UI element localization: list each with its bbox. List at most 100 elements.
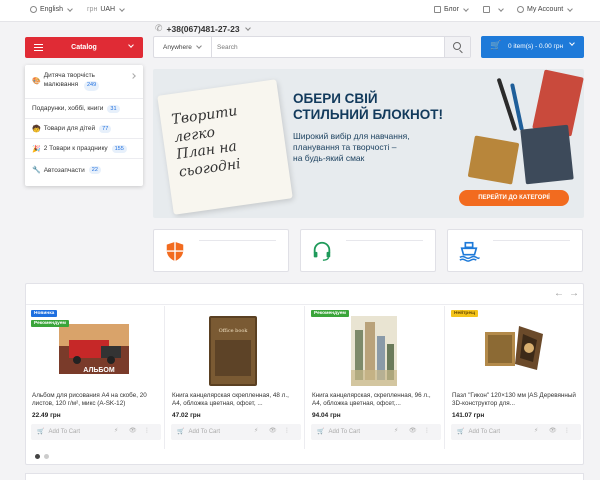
catalog-item-art[interactable]: 🎨 Дитяча творчість малювання 249 [25, 65, 143, 99]
carousel-dot[interactable] [44, 454, 49, 459]
product-price: 22.49 грн [32, 412, 61, 419]
phone-dropdown[interactable]: ✆ +38(067)481-27-23 [155, 23, 251, 34]
add-to-cart-label: Add To Cart [468, 428, 501, 435]
product-actions: 🛒 Add To Cart ⚡ 👁 ⋮ [171, 424, 301, 440]
add-to-cart-label: Add To Cart [328, 428, 361, 435]
catalog-item-holiday[interactable]: 🎉 2 Товари к празднику 155 [25, 139, 143, 159]
catalog-item-label: Товари для дітей [43, 125, 96, 132]
product-card[interactable]: Нейтрещ Пазл "Гикон" 120×130 мм |AS Дере… [446, 306, 585, 449]
search-icon [453, 42, 461, 50]
banner-subtitle-line: Широкий вибір для навчання, [293, 131, 410, 141]
chevron-down-icon [196, 43, 202, 49]
city-book-image [331, 310, 416, 388]
shield-icon [166, 241, 184, 262]
cart-icon: 🛒 [317, 429, 325, 435]
arrow-right-icon[interactable]: → [569, 289, 579, 299]
banner-title: ОБЕРИ СВІЙ СТИЛЬНИЙ БЛОКНОТ! [293, 91, 443, 122]
more-options-icon[interactable]: ⋮ [284, 427, 290, 434]
product-image[interactable]: Office book [191, 310, 276, 388]
add-to-cart-button[interactable]: 🛒 Add To Cart [457, 428, 501, 436]
chevron-down-icon [567, 5, 574, 12]
go-to-category-button[interactable]: ПЕРЕЙТИ ДО КАТЕГОРІЇ [459, 190, 569, 206]
phone-icon: ✆ [155, 23, 163, 33]
quick-view-icon[interactable]: 👁 [269, 427, 277, 434]
search-input[interactable] [217, 40, 437, 54]
tag-new: Новинка [31, 310, 58, 317]
more-options-icon[interactable]: ⋮ [564, 427, 570, 434]
catalog-button[interactable]: Catalog [25, 37, 143, 58]
party-icon: 🎉 [32, 145, 41, 153]
chevron-down-icon [463, 5, 469, 12]
banner-title-line: ОБЕРИ СВІЙ [293, 91, 378, 106]
quick-buy-icon[interactable]: ⚡ [254, 427, 258, 434]
more-options-icon[interactable]: ⋮ [144, 427, 150, 434]
search-button[interactable] [444, 37, 470, 57]
product-price: 141.07 грн [452, 412, 485, 419]
add-to-cart-label: Add To Cart [188, 428, 221, 435]
cart-button[interactable]: 🛒 0 item(s) - 0.00 грн [481, 36, 584, 58]
blog-label: Блог [444, 6, 460, 13]
product-image[interactable] [471, 310, 556, 388]
product-name[interactable]: Альбом для рисования А4 на скобе, 20 лис… [32, 392, 160, 409]
compare-icon [483, 6, 490, 13]
quick-view-icon[interactable]: 👁 [549, 427, 557, 434]
add-to-cart-button[interactable]: 🛒 Add To Cart [317, 428, 361, 436]
divider [199, 240, 276, 241]
catalog-item-autoparts[interactable]: 🔧 Автозапчасти 22 [25, 159, 143, 181]
puzzle-image [471, 310, 556, 388]
account-label: My Account [527, 6, 564, 13]
account-menu[interactable]: My Account [517, 5, 574, 13]
search-scope-select[interactable]: Anywhere [154, 37, 212, 57]
book-cover-text: Office book [219, 328, 249, 334]
currency-selector[interactable]: грн UAH [87, 5, 125, 13]
more-options-icon[interactable]: ⋮ [424, 427, 430, 434]
user-icon [517, 6, 524, 13]
count-badge: 77 [99, 124, 112, 133]
search-bar: Anywhere [153, 36, 471, 58]
catalog-item-text: Дитяча творчість малювання 249 [44, 72, 124, 91]
quick-buy-icon[interactable]: ⚡ [114, 427, 118, 434]
notebook-image [467, 135, 520, 185]
promo-banner[interactable]: Творити легко План на сьогодні ОБЕРИ СВІ… [153, 69, 584, 218]
palette-icon: 🎨 [32, 77, 41, 85]
catalog-item-gifts[interactable]: Подарунки, хоббі, книги 31 [25, 99, 143, 119]
product-card[interactable]: Office book Книга канцелярская скрепленн… [166, 306, 305, 449]
catalog-menu: 🎨 Дитяча творчість малювання 249 Подарун… [25, 65, 143, 186]
product-name[interactable]: Пазл "Гикон" 120×130 мм |AS Деревянный 3… [452, 392, 580, 409]
product-name[interactable]: Книга канцелярская скрепленная, 48 л., А… [172, 392, 300, 409]
cart-label: 0 item(s) - 0.00 грн [508, 43, 564, 50]
quick-buy-icon[interactable]: ⚡ [534, 427, 538, 434]
cart-icon: 🛒 [177, 429, 185, 435]
blog-icon [434, 6, 441, 13]
feature-card-support [300, 229, 436, 272]
tag-recommended: Рекомендуем [31, 320, 69, 327]
quick-view-icon[interactable]: 👁 [129, 427, 137, 434]
product-actions: 🛒 Add To Cart ⚡ 👁 ⋮ [451, 424, 581, 440]
blog-menu[interactable]: Блог [434, 5, 469, 13]
arrow-left-icon[interactable]: ← [554, 289, 564, 299]
quick-buy-icon[interactable]: ⚡ [394, 427, 398, 434]
office-book-image: Office book [191, 310, 276, 388]
quick-view-icon[interactable]: 👁 [409, 427, 417, 434]
carousel-dot-active[interactable] [35, 454, 40, 459]
add-to-cart-button[interactable]: 🛒 Add To Cart [177, 428, 221, 436]
search-scope-label: Anywhere [163, 43, 192, 51]
catalog-item-kids[interactable]: 🧒 Товари для дітей 77 [25, 119, 143, 139]
product-actions: 🛒 Add To Cart ⚡ 👁 ⋮ [31, 424, 161, 440]
banner-title-line: СТИЛЬНИЙ БЛОКНОТ! [293, 106, 444, 122]
product-image[interactable] [331, 310, 416, 388]
compare-menu[interactable] [483, 5, 504, 13]
product-price: 47.02 грн [172, 412, 201, 419]
add-to-cart-button[interactable]: 🛒 Add To Cart [37, 428, 80, 436]
divider [346, 240, 423, 241]
product-name[interactable]: Книга канцелярская, скрепленная, 96 л., … [312, 392, 440, 409]
currency-symbol: грн [87, 6, 98, 13]
product-card[interactable]: Рекомендуем Книга канцелярская, скреплен… [306, 306, 445, 449]
product-card[interactable]: Новинка Рекомендуем АЛЬБОМ Альбом для ри… [26, 306, 165, 449]
catalog-item-label: Подарунки, хоббі, книги [32, 105, 104, 112]
language-selector[interactable]: English [30, 5, 73, 13]
product-carousel: ← → Новинка Рекомендуем АЛЬБОМ Альбом дл… [25, 283, 584, 465]
catalog-item-label: 2 Товари к празднику [43, 145, 108, 152]
chevron-down-icon [569, 40, 575, 46]
product-price: 94.04 грн [312, 412, 341, 419]
